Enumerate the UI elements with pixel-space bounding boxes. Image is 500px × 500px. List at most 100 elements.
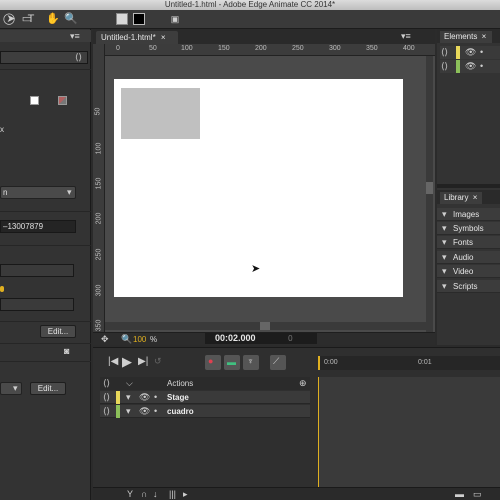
close-icon[interactable]: ×: [473, 193, 478, 202]
document-tab[interactable]: Untitled-1.html* ×: [96, 31, 178, 44]
ruler-tick: 50: [149, 45, 157, 52]
ruler-tick: 150: [95, 177, 103, 190]
ellipse-tool-icon[interactable]: ◯: [2, 12, 16, 26]
chevron-down-icon[interactable]: ▾: [126, 392, 131, 403]
loop-icon[interactable]: ↺: [154, 356, 162, 367]
lock-icon[interactable]: ∩: [141, 489, 147, 499]
keyframe-icon[interactable]: [0, 286, 4, 292]
ruler-tick: 200: [255, 45, 267, 52]
auto-keyframe-button[interactable]: ●: [205, 355, 221, 370]
element-name-field[interactable]: ⟨⟩: [0, 51, 88, 64]
easing-button[interactable]: ⟋: [270, 355, 286, 370]
fast-forward-icon[interactable]: ▶|: [138, 356, 148, 367]
zoom-tool-icon[interactable]: 🔍: [64, 12, 78, 26]
panel-menu-icon[interactable]: ▾≡: [401, 31, 411, 42]
playhead-time[interactable]: 00:02.000 0: [205, 333, 317, 344]
library-item-fonts[interactable]: ▾ Fonts: [437, 236, 500, 249]
crosshair-icon[interactable]: ✥: [101, 334, 109, 345]
eye-icon[interactable]: 👁: [465, 61, 476, 72]
border-color-swatch[interactable]: [58, 96, 67, 105]
horizontal-scrollbar[interactable]: [105, 322, 426, 330]
add-action-icon[interactable]: ⊕: [299, 378, 307, 389]
expand-all-icon[interactable]: ⟨⟩: [103, 378, 110, 389]
chevron-down-icon: ▾: [67, 187, 72, 197]
grid-icon[interactable]: |||: [169, 489, 176, 499]
edit-button-1[interactable]: Edit...: [40, 325, 76, 338]
fill-color-swatch[interactable]: [116, 13, 128, 25]
properties-header: ▾≡: [0, 30, 91, 42]
stroke-color-swatch[interactable]: [133, 13, 145, 25]
vertical-scrollbar[interactable]: [426, 56, 433, 332]
chevron-right-icon: ▾: [442, 252, 447, 262]
panel-menu-icon[interactable]: ▾≡: [70, 31, 80, 42]
library-item-label: Fonts: [453, 238, 474, 247]
pin-button[interactable]: ♆: [243, 355, 259, 370]
scroll-thumb[interactable]: [260, 322, 270, 330]
playhead-toggle-icon[interactable]: ↓: [153, 489, 158, 499]
id-field[interactable]: –13007879: [0, 220, 76, 233]
snap-icon[interactable]: ▸: [183, 489, 188, 500]
camera-icon[interactable]: ◙: [64, 346, 69, 356]
library-item-video[interactable]: ▾ Video: [437, 265, 500, 278]
library-item-symbols[interactable]: ▾ Symbols: [437, 222, 500, 235]
library-item-scripts[interactable]: ▾ Scripts: [437, 280, 500, 293]
element-row-cuadro[interactable]: ⟨⟩ 👁 •: [440, 60, 500, 73]
cuadro-rectangle[interactable]: [121, 88, 200, 139]
zoom-value[interactable]: 100: [133, 335, 146, 344]
cursor-dropdown[interactable]: ▾: [0, 382, 22, 395]
eye-icon[interactable]: 👁: [139, 392, 150, 403]
library-tab[interactable]: Library ×: [440, 192, 482, 204]
eye-icon[interactable]: 👁: [465, 47, 476, 58]
timeline-row-stage[interactable]: ⟨⟩ ▾ 👁 • Stage: [100, 391, 310, 404]
field-1[interactable]: [0, 264, 74, 277]
auto-transition-button[interactable]: ▬: [224, 355, 240, 370]
timeline-row-label: Stage: [167, 393, 189, 402]
lock-dot-icon[interactable]: •: [154, 406, 157, 416]
ruler-tick: 0: [116, 45, 120, 52]
scroll-thumb[interactable]: [426, 182, 433, 194]
timeline-row-cuadro[interactable]: ⟨⟩ ▾ 👁 • cuadro: [100, 405, 310, 418]
timeline-ruler[interactable]: 0:00 0:01: [318, 356, 500, 370]
magnifier-icon[interactable]: 🔍: [121, 334, 132, 345]
ruler-tick: 100: [181, 45, 193, 52]
hand-tool-icon[interactable]: ✋: [46, 12, 60, 26]
filter-icon[interactable]: ⌵: [126, 378, 133, 389]
lock-dot-icon[interactable]: •: [154, 392, 157, 402]
edit-button-2[interactable]: Edit...: [30, 382, 66, 395]
playhead-marker[interactable]: [318, 356, 320, 370]
pin-icon: ♆: [247, 356, 254, 366]
cursor-icon: ➤: [251, 263, 261, 275]
horizontal-ruler: 0 50 100 150 200 250 300 350 400: [105, 44, 435, 56]
chevron-down-icon[interactable]: ▾: [126, 406, 131, 417]
lock-dot-icon[interactable]: •: [480, 61, 483, 71]
background-color-swatch[interactable]: [30, 96, 39, 105]
elements-tab[interactable]: Elements ×: [440, 31, 492, 43]
expand-icon: ⟨⟩: [103, 406, 111, 416]
insert-icon[interactable]: ▣: [168, 12, 182, 26]
display-dropdown[interactable]: n ▾: [0, 186, 76, 199]
element-row-stage[interactable]: ⟨⟩ 👁 •: [440, 46, 500, 59]
ruler-tick: 350: [366, 45, 378, 52]
play-icon[interactable]: ▶: [122, 354, 132, 370]
eye-icon[interactable]: 👁: [139, 406, 150, 417]
text-tool-icon[interactable]: T: [24, 12, 38, 26]
filter-icon[interactable]: Y: [127, 489, 133, 499]
easing-curve-icon: ⟋: [273, 356, 280, 366]
library-item-images[interactable]: ▾ Images: [437, 208, 500, 221]
chevron-right-icon: ▾: [442, 223, 447, 233]
ruler-tick: 100: [95, 142, 103, 155]
zoom-slider-icon[interactable]: ▭: [473, 489, 482, 500]
stage-color-bar: [456, 46, 460, 59]
timeline-tracks[interactable]: [318, 377, 500, 487]
library-item-audio[interactable]: ▾ Audio: [437, 251, 500, 264]
expand-icon[interactable]: ⟨⟩: [75, 52, 82, 63]
field-2[interactable]: [0, 298, 74, 311]
library-item-label: Scripts: [453, 282, 478, 291]
vertical-ruler: 50 100 150 200 250 300 350: [93, 44, 105, 332]
close-icon[interactable]: ×: [482, 32, 487, 41]
time-mark: 0:00: [324, 359, 338, 366]
close-icon[interactable]: ×: [161, 33, 166, 42]
rewind-icon[interactable]: |◀: [108, 356, 118, 367]
lock-dot-icon[interactable]: •: [480, 47, 483, 57]
zoom-out-icon[interactable]: ▬: [455, 489, 464, 499]
